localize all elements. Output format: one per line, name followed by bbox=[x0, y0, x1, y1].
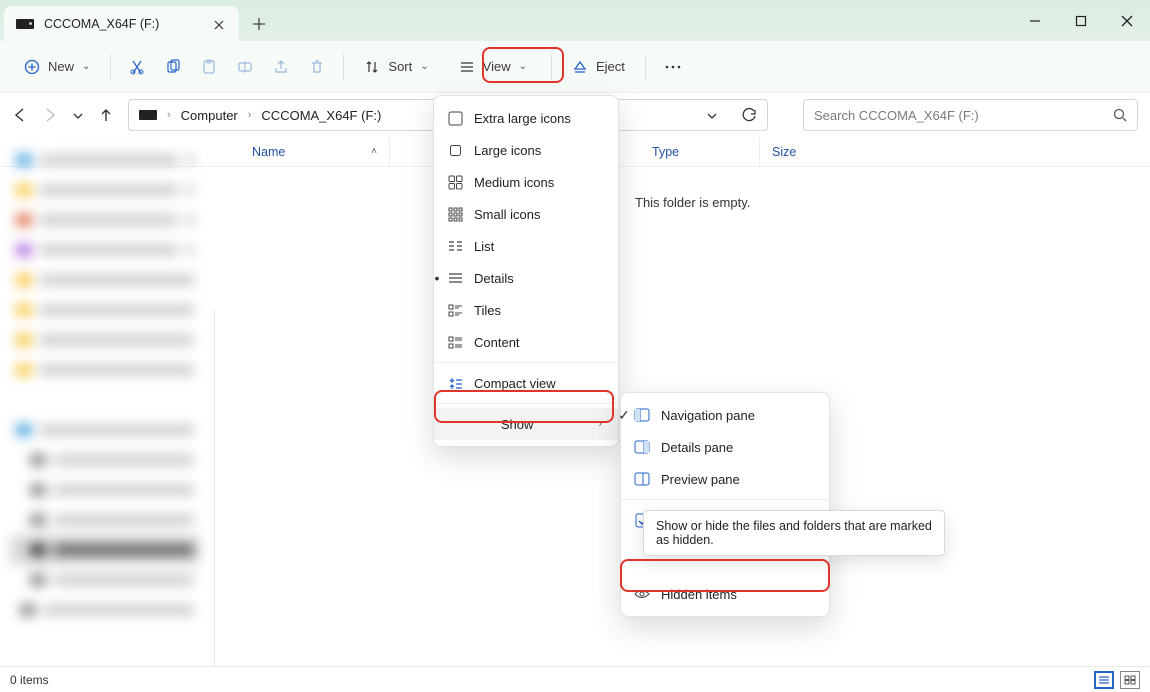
search-icon bbox=[1113, 108, 1127, 122]
up-button[interactable] bbox=[98, 107, 114, 124]
chevron-down-icon: ⌄ bbox=[519, 61, 527, 72]
copy-button[interactable] bbox=[157, 53, 189, 81]
drive-icon bbox=[139, 110, 157, 120]
copy-icon bbox=[165, 59, 181, 75]
drive-icon bbox=[16, 19, 34, 29]
navigation-pane[interactable] bbox=[0, 137, 210, 666]
breadcrumb-current[interactable]: CCCOMA_X64F (F:) bbox=[261, 108, 381, 123]
paste-icon bbox=[201, 59, 217, 75]
thumbnails-view-toggle[interactable] bbox=[1120, 671, 1140, 689]
tiles-icon bbox=[446, 303, 464, 318]
rename-button[interactable] bbox=[229, 53, 261, 81]
chevron-right-icon[interactable]: › bbox=[167, 109, 171, 121]
tooltip-hidden-items: Show or hide the files and folders that … bbox=[643, 510, 945, 556]
large-icons-icon bbox=[446, 143, 464, 158]
content-icon bbox=[446, 335, 464, 350]
status-bar: 0 items bbox=[0, 666, 1150, 692]
show-navigation-pane[interactable]: ✓Navigation pane bbox=[621, 399, 829, 431]
status-item-count: 0 items bbox=[10, 673, 49, 687]
show-details-pane[interactable]: Details pane bbox=[621, 431, 829, 463]
view-menu: Extra large icons Large icons Medium ico… bbox=[433, 95, 619, 447]
hidden-items-icon bbox=[633, 588, 651, 600]
chevron-right-icon: › bbox=[598, 418, 602, 430]
refresh-button[interactable] bbox=[742, 107, 757, 123]
preview-pane-icon bbox=[633, 472, 651, 486]
recent-locations-button[interactable] bbox=[72, 108, 84, 123]
minimize-button[interactable] bbox=[1012, 0, 1058, 41]
details-view-toggle[interactable] bbox=[1094, 671, 1114, 689]
check-icon: ✓ bbox=[615, 407, 633, 424]
delete-button[interactable] bbox=[301, 53, 333, 81]
view-compact[interactable]: Compact view bbox=[434, 367, 618, 399]
share-button[interactable] bbox=[265, 53, 297, 81]
cut-icon bbox=[129, 59, 145, 75]
small-icons-icon bbox=[446, 207, 464, 222]
view-extra-large-icons[interactable]: Extra large icons bbox=[434, 102, 618, 134]
nav-buttons bbox=[12, 107, 114, 124]
close-tab-icon[interactable] bbox=[211, 16, 227, 31]
view-content[interactable]: Content bbox=[434, 326, 618, 358]
show-preview-pane[interactable]: Preview pane bbox=[621, 463, 829, 495]
tab-current[interactable]: CCCOMA_X64F (F:) bbox=[4, 6, 239, 41]
new-button[interactable]: New ⌄ bbox=[14, 53, 100, 81]
view-large-icons[interactable]: Large icons bbox=[434, 134, 618, 166]
view-icon bbox=[459, 59, 475, 75]
ellipsis-icon bbox=[664, 59, 682, 75]
empty-folder-message: This folder is empty. bbox=[635, 195, 750, 210]
chevron-right-icon[interactable]: › bbox=[248, 109, 252, 121]
list-icon bbox=[446, 239, 464, 254]
plus-circle-icon bbox=[24, 59, 40, 75]
view-button[interactable]: View ⌄ bbox=[449, 53, 537, 81]
address-history-button[interactable] bbox=[706, 108, 718, 123]
compact-view-icon bbox=[446, 376, 464, 391]
eject-button[interactable]: Eject bbox=[562, 53, 635, 81]
maximize-button[interactable] bbox=[1058, 0, 1104, 41]
details-icon bbox=[446, 271, 464, 286]
title-bar: CCCOMA_X64F (F:) bbox=[0, 0, 1150, 41]
chevron-down-icon: ⌄ bbox=[420, 61, 428, 72]
delete-icon bbox=[309, 59, 325, 75]
view-medium-icons[interactable]: Medium icons bbox=[434, 166, 618, 198]
tab-title: CCCOMA_X64F (F:) bbox=[44, 17, 201, 31]
details-pane-icon bbox=[633, 440, 651, 454]
show-hidden-items[interactable]: Hidden items bbox=[621, 578, 829, 610]
new-tab-button[interactable] bbox=[239, 6, 279, 41]
medium-icons-icon bbox=[446, 175, 464, 190]
back-button[interactable] bbox=[12, 107, 28, 124]
view-tiles[interactable]: Tiles bbox=[434, 294, 618, 326]
rename-icon bbox=[237, 59, 253, 75]
cut-button[interactable] bbox=[121, 53, 153, 81]
window-controls bbox=[1012, 0, 1150, 41]
sort-icon bbox=[364, 59, 380, 75]
more-button[interactable] bbox=[656, 53, 690, 81]
share-icon bbox=[273, 59, 289, 75]
sort-button[interactable]: Sort ⌄ bbox=[354, 53, 438, 81]
bullet-icon: • bbox=[428, 270, 446, 286]
view-show-submenu[interactable]: Show › bbox=[434, 408, 618, 440]
search-input[interactable]: Search CCCOMA_X64F (F:) bbox=[803, 99, 1138, 131]
search-placeholder: Search CCCOMA_X64F (F:) bbox=[814, 108, 1113, 123]
forward-button[interactable] bbox=[42, 107, 58, 124]
view-list[interactable]: List bbox=[434, 230, 618, 262]
eject-icon bbox=[572, 59, 588, 75]
close-window-button[interactable] bbox=[1104, 0, 1150, 41]
view-small-icons[interactable]: Small icons bbox=[434, 198, 618, 230]
paste-button[interactable] bbox=[193, 53, 225, 81]
view-details[interactable]: •Details bbox=[434, 262, 618, 294]
breadcrumb-root[interactable]: Computer bbox=[181, 108, 238, 123]
show-submenu: ✓Navigation pane Details pane Preview pa… bbox=[620, 392, 830, 617]
navigation-pane-icon bbox=[633, 408, 651, 422]
toolbar: New ⌄ Sort ⌄ View ⌄ Eject bbox=[0, 41, 1150, 93]
extra-large-icons-icon bbox=[446, 111, 464, 126]
chevron-down-icon: ⌄ bbox=[82, 61, 90, 72]
